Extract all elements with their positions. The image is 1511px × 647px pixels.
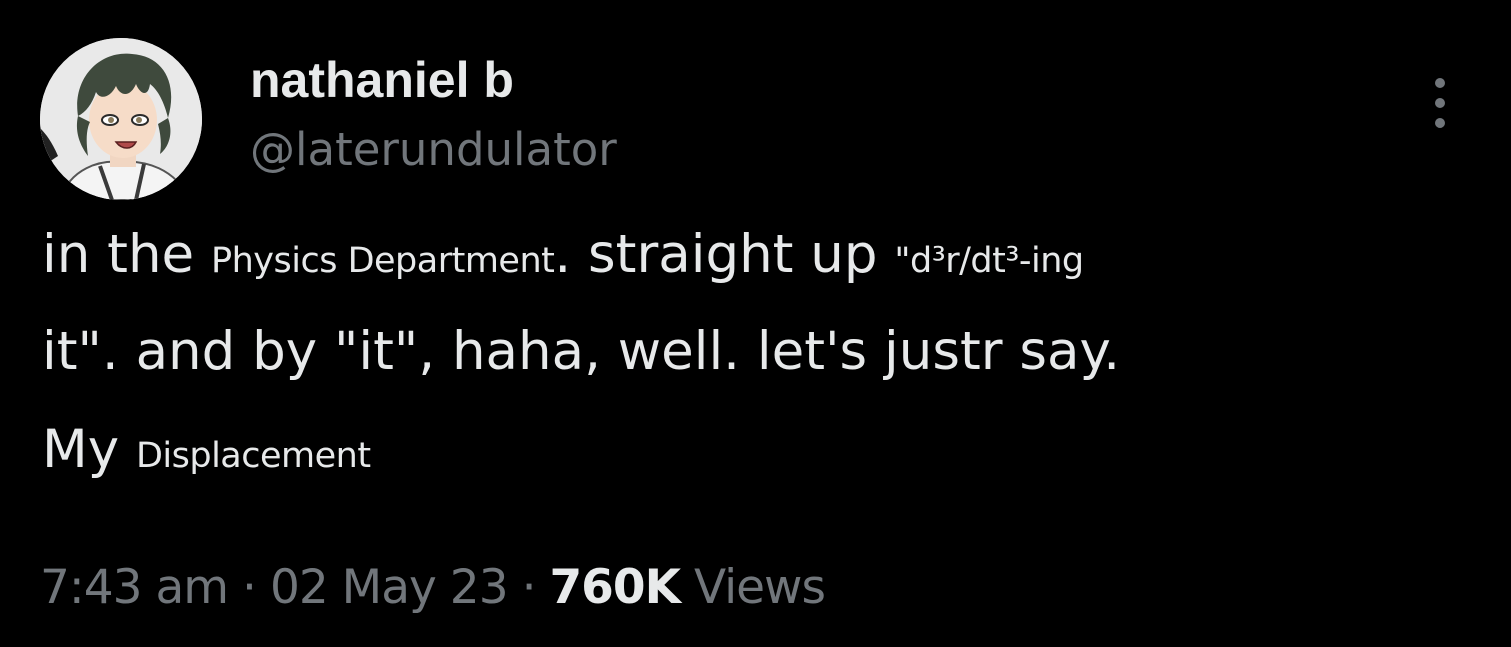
tweet-metadata: 7:43 am · 02 May 23 · 760K Views — [40, 558, 826, 618]
more-options-vertical-icon — [1435, 78, 1445, 88]
tweet-text-line: My Displacement — [42, 419, 371, 480]
tweet-text-segment: My — [42, 419, 136, 480]
avatar[interactable] — [40, 38, 202, 200]
tweet-time[interactable]: 7:43 am — [40, 560, 229, 615]
author-display-name[interactable]: nathaniel b — [250, 50, 514, 110]
tweet-date[interactable]: 02 May 23 — [270, 560, 509, 615]
tweet: nathaniel b @laterundulator in the Physi… — [0, 0, 1511, 647]
tweet-text-small-segment: Displacement — [135, 436, 371, 476]
tweet-text-segment: . straight up — [554, 224, 895, 285]
separator-dot: · — [521, 560, 537, 615]
anime-character-avatar-icon — [40, 38, 202, 200]
more-options-vertical-icon — [1435, 118, 1445, 128]
tweet-text-segment: in the — [42, 224, 211, 285]
author-handle[interactable]: @laterundulator — [250, 120, 617, 180]
tweet-text-line: in the Physics Department. straight up "… — [42, 224, 1084, 285]
tweet-text-line: it". and by "it", haha, well. let's just… — [42, 321, 1121, 382]
more-options-vertical-icon — [1435, 98, 1445, 108]
tweet-text-small-segment: Physics Department — [211, 241, 555, 281]
views-label: Views — [693, 560, 826, 615]
tweet-text-small-segment: "d³r/dt³-ing — [894, 241, 1084, 281]
separator-dot: · — [242, 560, 257, 615]
views-count[interactable]: 760K — [549, 560, 681, 615]
more-options-button[interactable] — [1418, 70, 1464, 136]
